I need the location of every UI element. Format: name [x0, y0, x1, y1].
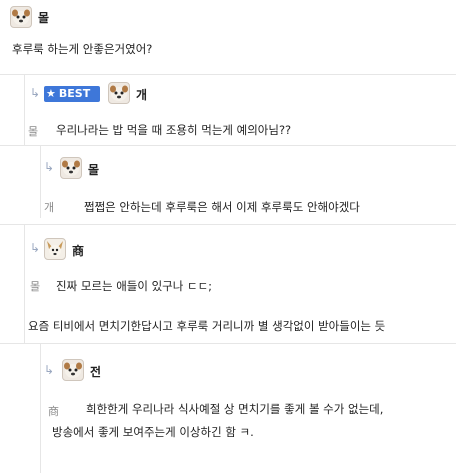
comment-text: 희한한게 우리나라 식사예절 상 면치기를 좋게 볼 수가 없는데,: [86, 402, 384, 416]
comment-text: 우리나라는 밥 먹을 때 조용히 먹는게 예의아님??: [56, 123, 292, 137]
best-label: BEST: [58, 87, 91, 100]
reply-target-nickname[interactable]: 商: [48, 403, 59, 419]
divider: [24, 75, 25, 145]
divider: [0, 343, 456, 344]
reply-arrow-icon: ↳: [44, 160, 55, 174]
avatar: [10, 6, 32, 28]
comment-nickname[interactable]: 몰: [38, 9, 49, 26]
reply-arrow-icon: ↳: [30, 86, 41, 100]
avatar: [62, 359, 84, 381]
dog-avatar-icon: [62, 160, 80, 176]
divider: [40, 344, 41, 473]
star-icon: ★: [46, 87, 56, 100]
comment-nickname[interactable]: 몰: [88, 161, 99, 178]
comment-text-line2: 요즘 티비에서 면치기한답시고 후루룩 거리니까 별 생각없이 받아들이는 듯: [28, 319, 386, 333]
dog-avatar-icon: [47, 241, 63, 257]
divider: [0, 224, 456, 225]
comment-nickname[interactable]: 개: [136, 86, 147, 103]
comment-nickname[interactable]: 商: [72, 242, 84, 259]
comment-text: 쩝쩝은 안하는데 후루룩은 해서 이제 후루룩도 안해야겠다: [84, 200, 360, 214]
divider: [0, 145, 456, 146]
avatar: [108, 82, 130, 104]
dog-avatar-icon: [12, 9, 30, 25]
divider: [40, 146, 41, 218]
comment-text: 후루룩 하는게 안좋은거였어?: [12, 42, 153, 56]
divider: [0, 74, 456, 75]
reply-target-nickname[interactable]: 개: [44, 199, 54, 215]
best-badge: ★ BEST: [44, 86, 100, 102]
divider: [24, 225, 25, 343]
avatar: [44, 238, 66, 260]
comment-nickname[interactable]: 전: [90, 363, 101, 380]
comment-text-line2: 방송에서 좋게 보여주는게 이상하긴 함 ㅋ.: [52, 425, 254, 439]
dog-avatar-icon: [110, 85, 128, 101]
comment-text: 진짜 모르는 애들이 있구나 ㄷㄷ;: [56, 279, 213, 293]
avatar: [60, 157, 82, 179]
dog-avatar-icon: [64, 362, 82, 378]
reply-arrow-icon: ↳: [30, 241, 41, 255]
reply-arrow-icon: ↳: [44, 363, 55, 377]
reply-target-nickname[interactable]: 몰: [28, 123, 38, 139]
reply-target-nickname[interactable]: 몰: [30, 278, 40, 294]
